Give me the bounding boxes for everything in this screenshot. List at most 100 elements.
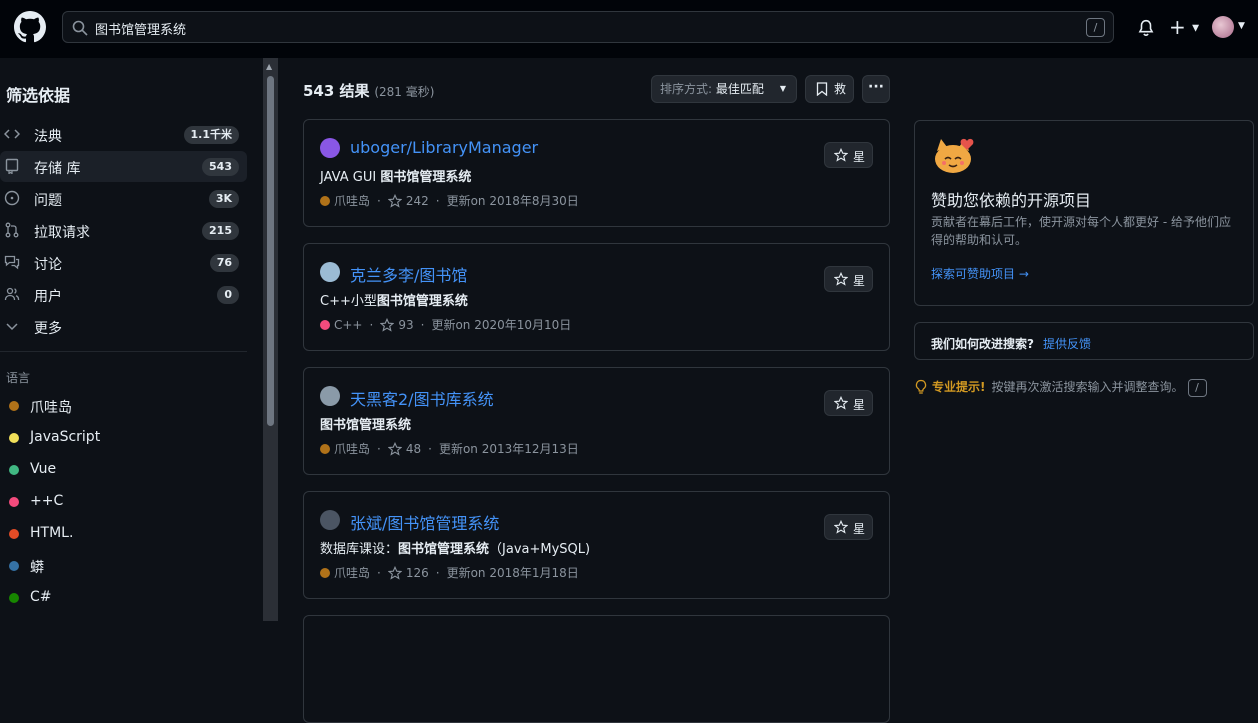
results-count: 543 结果 [303,82,370,100]
protip-label: 专业提示! [932,380,986,394]
sidebar-item-code[interactable]: 法典 1.1千米 [0,119,247,150]
people-icon [4,287,20,301]
sidebar-item-users[interactable]: 用户 0 [0,279,247,310]
code-icon [4,129,20,139]
repo-result-card: 张斌/图书馆管理系统 数据库课设：图书馆管理系统（Java+MySQL) 爪哇岛… [303,491,890,599]
language-label: Vue [30,461,57,477]
repo-description: 图书馆管理系统 [320,418,412,433]
star-icon [834,272,848,286]
search-icon [72,20,88,36]
repo-meta: 爪哇岛 · 242 · 更新on 2018年8月30日 [320,192,579,209]
sidebar-item-label: 问题 [34,193,62,209]
sidebar-item-more[interactable]: 更多 [0,311,247,342]
kebab-horizontal-icon: ··· [868,79,884,95]
language-label: ++C [30,493,64,509]
github-logo-icon[interactable] [14,11,46,43]
star-label: 星 [853,522,866,536]
language-filter-item[interactable]: JavaScript [0,423,247,453]
language-label: 蟒 [30,560,44,576]
repo-stars[interactable]: 242 [406,194,429,208]
plus-icon: + [1169,15,1186,39]
filter-sidebar: 筛选依据 法典 1.1千米 存储 库 543 问题 3K 拉取请求 215 讨论… [0,58,263,621]
language-filter-item[interactable]: HTML. [0,519,247,549]
give-feedback-link[interactable]: 提供反馈 [1043,335,1091,352]
repo-link[interactable]: 克兰多李/图书馆 [350,262,467,286]
explore-sponsorable-link[interactable]: 探索可赞助项目 → [931,265,1029,282]
repo-result-card-partial [303,615,890,723]
search-query: 图书馆管理系统 [95,23,187,38]
language-color-dot [320,444,330,454]
repo-link[interactable]: 天黑客2/图书库系统 [350,386,494,410]
discussion-icon [4,255,20,270]
repo-result-card: 克兰多李/图书馆 C++小型图书馆管理系统 C++ · 93 · 更新on 2020年1… [303,243,890,351]
sidebar-item-label: 拉取请求 [34,225,90,241]
language-color-dot [9,465,19,475]
star-button[interactable]: 星 [824,514,873,540]
language-color-dot [9,433,19,443]
create-new-button[interactable]: + ▼ [1169,16,1201,40]
repo-language: 爪哇岛 [334,442,371,456]
star-button[interactable]: 星 [824,266,873,292]
language-label: HTML. [30,525,74,541]
sidebar-item-repositories[interactable]: 存储 库 543 [0,151,247,182]
count-badge: 3K [208,190,239,208]
sponsor-card: 赞助您依赖的开源项目 贡献者在幕后工作，使开源对每个人都更好 - 给予他们应得的… [914,120,1254,306]
sort-dropdown[interactable]: 排序方式: 最佳匹配 ▼ [651,75,797,103]
star-icon [387,566,402,580]
star-button[interactable]: 星 [824,390,873,416]
issue-icon [4,190,20,206]
repo-updated: 更新on 2018年1月18日 [446,566,579,580]
star-label: 星 [853,150,866,164]
star-icon [380,318,395,332]
language-filter-item[interactable]: C# [0,583,247,613]
repo-meta: 爪哇岛 · 126 · 更新on 2018年1月18日 [320,564,579,581]
sidebar-item-issues[interactable]: 问题 3K [0,183,247,214]
sidebar-item-discussions[interactable]: 讨论 76 [0,247,247,278]
repo-stars[interactable]: 93 [398,318,413,332]
repo-result-card: 天黑客2/图书库系统 图书馆管理系统 爪哇岛 · 48 · 更新on 2013年12月1… [303,367,890,475]
search-input[interactable]: 图书馆管理系统 / [62,11,1114,43]
sidebar-item-label: 用户 [34,289,62,305]
sidebar-scrollbar[interactable]: ▲ [263,58,278,621]
star-button[interactable]: 星 [824,142,873,168]
count-badge: 543 [202,158,239,176]
notifications-bell-icon[interactable] [1137,19,1155,37]
feedback-question: 我们如何改进搜索? [931,337,1034,351]
sidebar-divider [0,351,247,352]
repo-link[interactable]: 张斌/图书馆管理系统 [350,510,499,534]
star-icon [387,442,402,456]
star-icon [387,194,402,208]
user-menu-button[interactable]: ▼ [1212,16,1250,40]
save-search-button[interactable]: 救 [805,75,854,103]
repo-language: 爪哇岛 [334,194,371,208]
language-color-dot [9,561,19,571]
owner-avatar [320,138,340,158]
language-filter-item[interactable]: Vue [0,455,247,485]
owner-avatar [320,510,340,530]
sidebar-item-label: 讨论 [34,257,62,273]
chevron-down-icon: ▼ [1192,23,1200,34]
count-badge: 215 [202,222,239,240]
sidebar-item-label: 法典 [34,129,62,145]
scroll-up-arrow-icon[interactable]: ▲ [266,62,272,71]
repo-icon [5,158,19,174]
sponsor-body: 贡献者在幕后工作，使开源对每个人都更好 - 给予他们应得的帮助和认可。 [931,215,1231,247]
repo-stars[interactable]: 48 [406,442,421,456]
more-options-button[interactable]: ··· [862,75,890,103]
language-filter-item[interactable]: 爪哇岛 [0,391,247,421]
repo-link[interactable]: uboger/LibraryManager [350,138,538,157]
language-label: 爪哇岛 [30,400,72,416]
scrollbar-thumb[interactable] [267,76,274,426]
chevron-down-icon: ▼ [779,84,786,93]
sidebar-item-pull-requests[interactable]: 拉取请求 215 [0,215,247,246]
repo-meta: 爪哇岛 · 48 · 更新on 2013年12月13日 [320,440,579,457]
owner-avatar [320,386,340,406]
language-label: C# [30,589,52,605]
pull-request-icon [5,222,19,238]
shortcut-key: / [1187,379,1207,397]
avatar [1212,16,1234,38]
repo-updated: 更新on 2013年12月13日 [438,442,579,456]
repo-stars[interactable]: 126 [406,566,429,580]
language-filter-item[interactable]: 蟒 [0,551,247,581]
language-filter-item[interactable]: ++C [0,487,247,517]
